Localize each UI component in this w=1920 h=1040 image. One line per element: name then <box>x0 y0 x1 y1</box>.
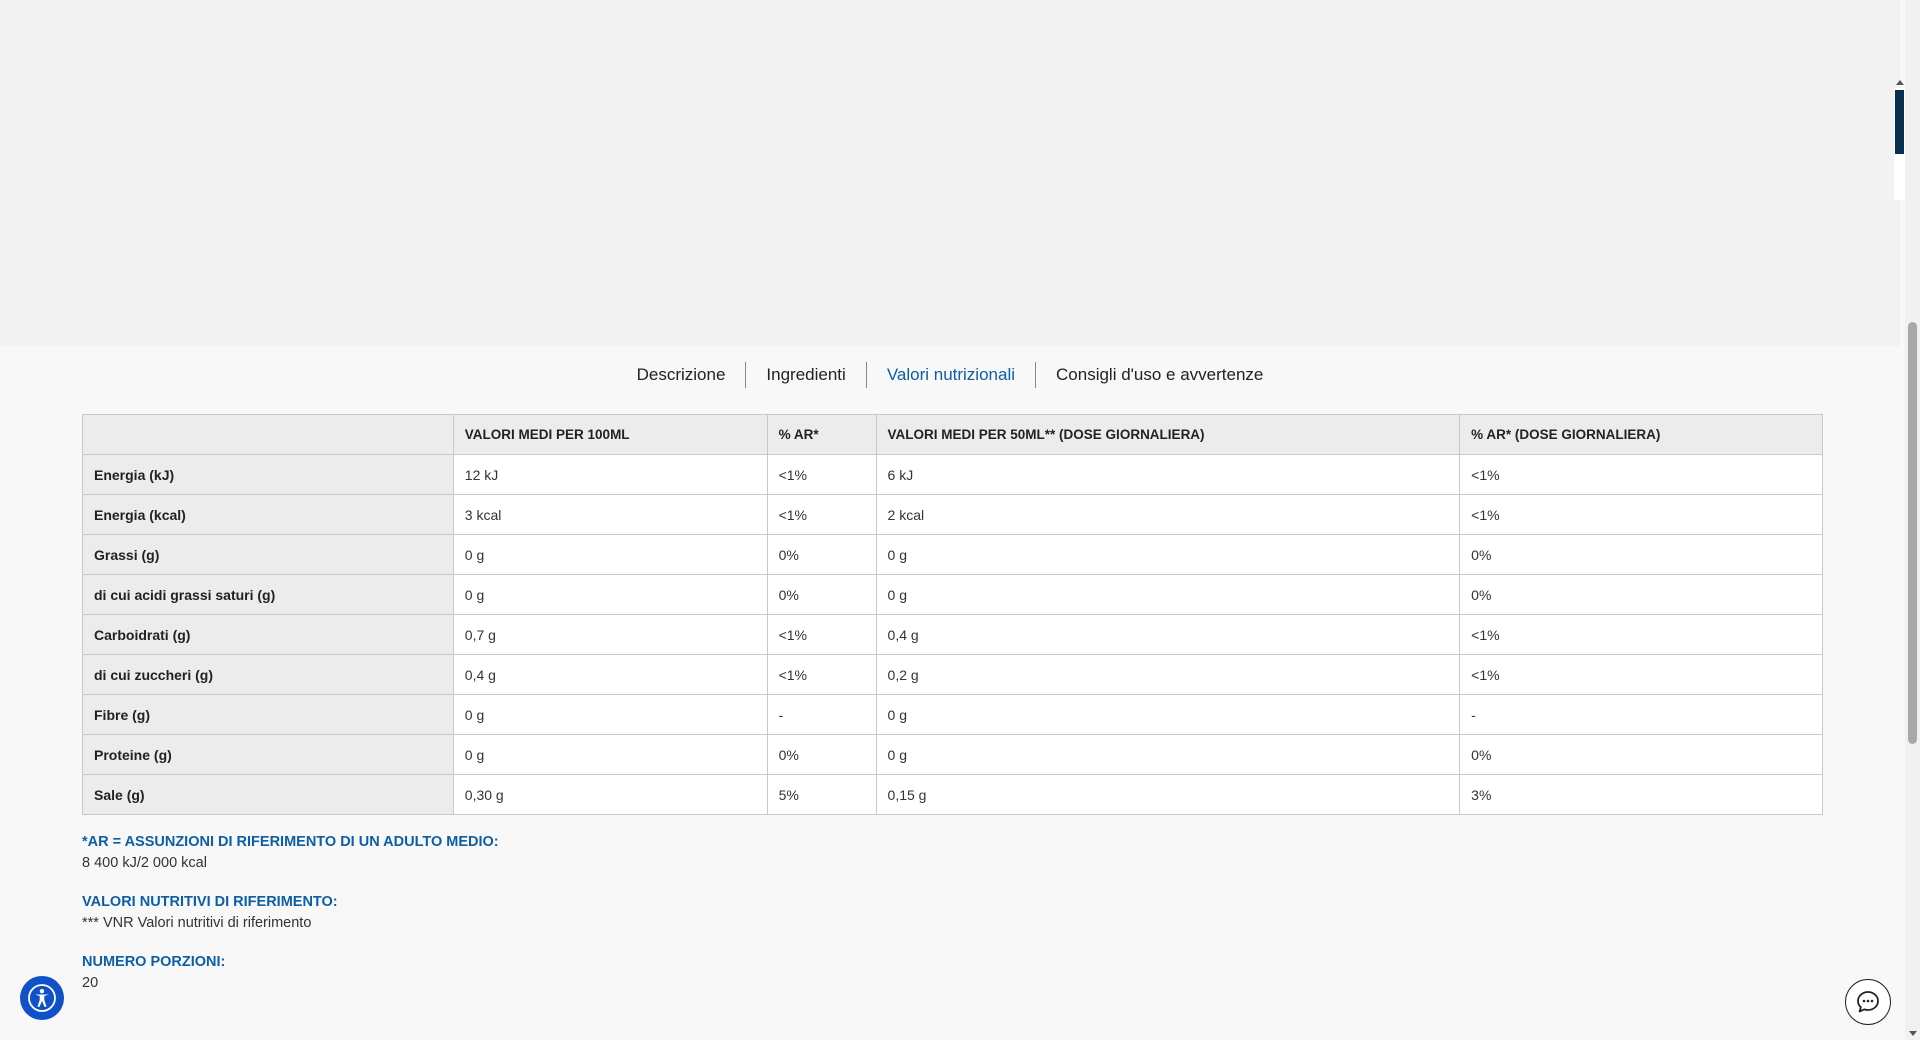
note-reference-values: VALORI NUTRITIVI DI RIFERIMENTO: *** VNR… <box>82 892 499 934</box>
note-title: NUMERO PORZIONI: <box>82 954 226 970</box>
note-value: *** VNR Valori nutritivi di riferimento <box>82 915 312 931</box>
note-value: 20 <box>82 975 99 991</box>
row-label: Sale (g) <box>82 774 454 815</box>
accessibility-icon <box>28 984 56 1012</box>
column-header <box>82 414 454 455</box>
note-servings: NUMERO PORZIONI: 20 <box>82 952 499 994</box>
note-reference-intake: *AR = ASSUNZIONI DI RIFERIMENTO DI UN AD… <box>82 832 499 874</box>
table-cell: 2 kcal <box>875 494 1461 535</box>
table-row: Energia (kcal) 3 kcal <1% 2 kcal <1% <box>82 494 1823 535</box>
table-cell: <1% <box>766 494 877 535</box>
table-cell: <1% <box>766 454 877 495</box>
table-cell: 0% <box>766 734 877 775</box>
table-row: Carboidrati (g) 0,7 g <1% 0,4 g <1% <box>82 614 1823 655</box>
accessibility-button[interactable] <box>20 976 64 1020</box>
row-label: Fibre (g) <box>82 694 454 735</box>
table-cell: <1% <box>1459 454 1823 495</box>
chat-icon <box>1857 991 1879 1013</box>
table-cell: <1% <box>766 614 877 655</box>
column-header: % AR* <box>766 414 877 455</box>
table-cell: 3% <box>1459 774 1823 815</box>
table-cell: 0% <box>1459 534 1823 575</box>
table-cell: 0,4 g <box>452 654 768 695</box>
gallery-scrollbar-thumb[interactable] <box>1895 90 1904 154</box>
table-cell: <1% <box>766 654 877 695</box>
tab-consigli-uso[interactable]: Consigli d'uso e avvertenze <box>1036 362 1283 388</box>
table-row: Energia (kJ) 12 kJ <1% 6 kJ <1% <box>82 454 1823 495</box>
table-cell: 0 g <box>452 694 768 735</box>
table-cell: 0,30 g <box>452 774 768 815</box>
table-cell: 0 g <box>452 574 768 615</box>
row-label: Energia (kJ) <box>82 454 454 495</box>
table-cell: 0 g <box>875 534 1461 575</box>
note-title: *AR = ASSUNZIONI DI RIFERIMENTO DI UN AD… <box>82 834 499 850</box>
table-row: di cui zuccheri (g) 0,4 g <1% 0,2 g <1% <box>82 654 1823 695</box>
table-cell: <1% <box>1459 654 1823 695</box>
row-label: Carboidrati (g) <box>82 614 454 655</box>
table-cell: 6 kJ <box>875 454 1461 495</box>
table-cell: 0% <box>766 574 877 615</box>
column-header: VALORI MEDI PER 100ML <box>452 414 768 455</box>
table-row: Proteine (g) 0 g 0% 0 g 0% <box>82 734 1823 775</box>
nutrition-table: VALORI MEDI PER 100ML % AR* VALORI MEDI … <box>82 414 1823 815</box>
table-cell: 0 g <box>452 734 768 775</box>
table-cell: 0% <box>1459 734 1823 775</box>
tab-ingredienti[interactable]: Ingredienti <box>746 362 867 388</box>
table-cell: 0% <box>1459 574 1823 615</box>
row-label: Grassi (g) <box>82 534 454 575</box>
gallery-scrollbar[interactable] <box>1894 80 1905 200</box>
tab-valori-nutrizionali[interactable]: Valori nutrizionali <box>867 362 1037 388</box>
table-cell: <1% <box>1459 494 1823 535</box>
page-scrollbar-thumb[interactable] <box>1908 322 1917 744</box>
column-header: % AR* (DOSE GIORNALIERA) <box>1459 414 1823 455</box>
nutrition-notes: *AR = ASSUNZIONI DI RIFERIMENTO DI UN AD… <box>82 832 499 1012</box>
table-cell: 0 g <box>875 694 1461 735</box>
row-label: di cui zuccheri (g) <box>82 654 454 695</box>
table-cell: - <box>1459 694 1823 735</box>
table-row: Sale (g) 0,30 g 5% 0,15 g 3% <box>82 774 1823 815</box>
row-label: di cui acidi grassi saturi (g) <box>82 574 454 615</box>
table-cell: 0 g <box>452 534 768 575</box>
table-cell: 0,15 g <box>875 774 1461 815</box>
table-cell: <1% <box>1459 614 1823 655</box>
table-cell: 0,2 g <box>875 654 1461 695</box>
product-gallery-area <box>0 0 1900 346</box>
note-title: VALORI NUTRITIVI DI RIFERIMENTO: <box>82 894 338 910</box>
table-cell: 0 g <box>875 574 1461 615</box>
table-cell: 3 kcal <box>452 494 768 535</box>
column-header: VALORI MEDI PER 50ML** (DOSE GIORNALIERA… <box>875 414 1461 455</box>
note-value: 8 400 kJ/2 000 kcal <box>82 855 207 871</box>
table-row: di cui acidi grassi saturi (g) 0 g 0% 0 … <box>82 574 1823 615</box>
row-label: Energia (kcal) <box>82 494 454 535</box>
scroll-up-arrow-icon[interactable] <box>1896 80 1904 85</box>
tab-descrizione[interactable]: Descrizione <box>617 362 747 388</box>
row-label: Proteine (g) <box>82 734 454 775</box>
table-cell: 0,7 g <box>452 614 768 655</box>
table-cell: 5% <box>766 774 877 815</box>
page-scrollbar[interactable] <box>1905 0 1920 1040</box>
table-row: Grassi (g) 0 g 0% 0 g 0% <box>82 534 1823 575</box>
table-cell: 12 kJ <box>452 454 768 495</box>
table-cell: - <box>766 694 877 735</box>
chat-button[interactable] <box>1845 979 1891 1025</box>
table-cell: 0 g <box>875 734 1461 775</box>
table-row: Fibre (g) 0 g - 0 g - <box>82 694 1823 735</box>
scroll-down-arrow-icon[interactable] <box>1909 1031 1917 1036</box>
product-info-tabs: Descrizione Ingredienti Valori nutrizion… <box>0 358 1900 392</box>
table-header-row: VALORI MEDI PER 100ML % AR* VALORI MEDI … <box>82 414 1823 455</box>
table-cell: 0,4 g <box>875 614 1461 655</box>
table-cell: 0% <box>766 534 877 575</box>
